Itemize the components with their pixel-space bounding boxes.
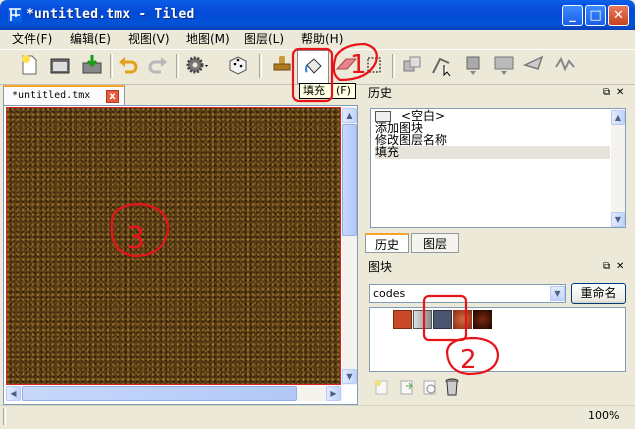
tileset-combo[interactable]: codes ▼ — [369, 284, 566, 303]
zoom-level: 100% — [588, 409, 620, 422]
bucket-fill-icon — [305, 58, 322, 74]
insert-object-icon[interactable] — [461, 53, 485, 77]
settings-gear-icon[interactable] — [184, 53, 208, 77]
rename-button[interactable]: 重命名 — [571, 283, 626, 304]
history-scrollbar[interactable] — [611, 110, 625, 227]
horizontal-scroll-thumb[interactable] — [22, 386, 297, 401]
open-folder-icon[interactable] — [48, 53, 72, 77]
tileset-close-icon[interactable]: ✕ — [616, 262, 626, 272]
tab-untitled-tmx[interactable]: *untitled.tmx x — [3, 85, 125, 106]
tab-layers[interactable]: 图层 — [411, 233, 459, 253]
toolbar-separator — [176, 54, 179, 78]
bucket-fill-button[interactable] — [297, 50, 329, 84]
tileset-combo-value: codes — [373, 287, 406, 300]
new-file-icon[interactable] — [17, 53, 41, 77]
maximize-button[interactable]: □ — [585, 5, 606, 26]
edit-polygon-icon[interactable] — [430, 53, 454, 77]
save-icon[interactable] — [80, 53, 104, 77]
scroll-up-button[interactable]: ▲ — [342, 108, 357, 123]
rect-select-icon[interactable] — [362, 53, 386, 77]
tile-brick[interactable] — [393, 310, 412, 329]
menu-file[interactable]: 文件(F) — [9, 31, 55, 48]
toolbar-separator — [392, 54, 395, 78]
tab-label: *untitled.tmx — [12, 90, 91, 101]
tile-dark[interactable] — [473, 310, 492, 329]
menu-help[interactable]: 帮助(H) — [298, 31, 346, 48]
history-panel-title: 历史 — [368, 86, 393, 100]
history-item-selected[interactable]: 填充 — [375, 146, 610, 159]
insert-polyline-icon[interactable] — [553, 53, 577, 77]
chevron-down-icon[interactable]: ▼ — [550, 286, 565, 301]
tileset-float-icon[interactable]: ⧉ — [603, 262, 613, 272]
delete-tileset-icon[interactable] — [443, 377, 461, 397]
undo-icon[interactable] — [116, 53, 140, 77]
status-bar: 100% — [0, 405, 635, 429]
window-title: *untitled.tmx - Tiled — [26, 7, 195, 22]
tile-metal[interactable] — [413, 310, 432, 329]
tiled-app-icon — [8, 8, 22, 22]
image-layer-icon[interactable] — [492, 53, 516, 77]
scroll-down-button[interactable]: ▼ — [342, 369, 357, 384]
status-divider — [3, 408, 6, 425]
map-canvas[interactable] — [6, 107, 341, 385]
scroll-left-button[interactable]: ◀ — [6, 386, 21, 401]
history-list[interactable]: <空白> 添加图块 修改图层名称 填充 ▲ ▼ — [370, 108, 626, 228]
insert-tile-icon[interactable] — [400, 53, 424, 77]
minimize-button[interactable]: _ — [562, 5, 583, 26]
vertical-scroll-thumb[interactable] — [342, 124, 357, 236]
new-tileset-icon[interactable] — [373, 378, 391, 396]
tileset-panel-title: 图块 — [368, 260, 393, 274]
menu-edit[interactable]: 编辑(E) — [67, 31, 114, 48]
stamp-brush-icon[interactable] — [270, 53, 294, 77]
history-scroll-down[interactable]: ▼ — [611, 212, 625, 227]
tile-stone[interactable] — [433, 310, 452, 329]
redo-icon[interactable] — [146, 53, 170, 77]
random-dice-icon[interactable] — [226, 53, 250, 77]
menu-layer[interactable]: 图层(L) — [241, 31, 287, 48]
toolbar-separator — [259, 54, 262, 78]
eraser-icon[interactable] — [334, 53, 358, 77]
import-tileset-icon[interactable] — [398, 378, 416, 396]
tab-close-icon[interactable]: x — [106, 90, 119, 103]
history-float-icon[interactable]: ⧉ — [603, 88, 613, 98]
tooltip: 填充 (F) — [299, 83, 356, 99]
tab-history[interactable]: 历史 — [365, 233, 409, 253]
insert-polygon-icon[interactable] — [522, 53, 546, 77]
close-button[interactable]: ✕ — [608, 5, 629, 26]
scroll-right-button[interactable]: ▶ — [326, 386, 341, 401]
history-close-icon[interactable]: ✕ — [616, 88, 626, 98]
tile-lava[interactable] — [453, 310, 472, 329]
menu-view[interactable]: 视图(V) — [125, 31, 173, 48]
menu-map[interactable]: 地图(M) — [183, 31, 233, 48]
toolbar-separator — [110, 54, 113, 78]
export-tileset-icon[interactable] — [421, 378, 439, 396]
history-scroll-up[interactable]: ▲ — [611, 110, 625, 125]
